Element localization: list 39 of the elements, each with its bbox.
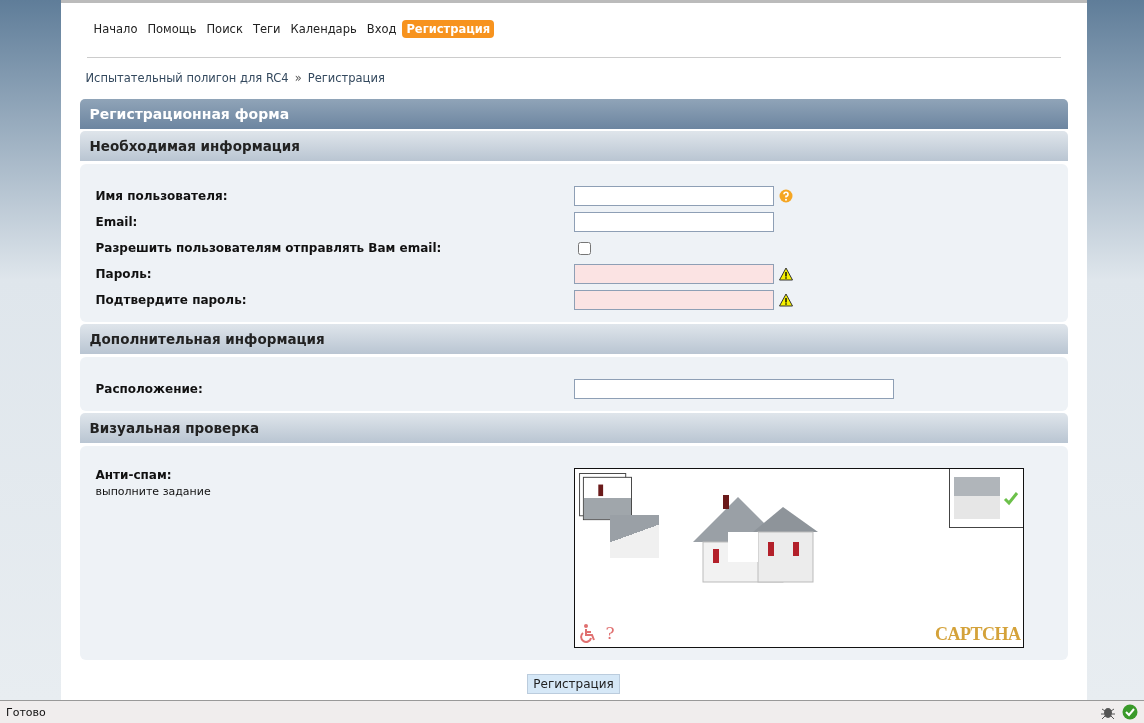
nav-link[interactable]: Теги: [248, 20, 285, 38]
section-header: Необходимая информация: [79, 131, 1068, 161]
field-label: Имя пользователя:: [95, 189, 229, 203]
input-field[interactable]: [573, 264, 774, 284]
warning-icon: [778, 267, 793, 281]
field-label: Подтвердите пароль:: [95, 293, 248, 307]
nav-link[interactable]: Календарь: [286, 20, 361, 38]
breadcrumb-link[interactable]: Регистрация: [307, 71, 385, 89]
photo-placeholder: [609, 515, 659, 558]
photo-placeholder: [953, 477, 1000, 519]
check-icon: [1002, 490, 1019, 506]
field-label: Анти-спам:: [95, 468, 173, 482]
nav-link[interactable]: Помощь: [143, 20, 201, 38]
nav-link[interactable]: Поиск: [202, 20, 247, 38]
form-title-bar: Регистрационная форма: [79, 99, 1068, 129]
tile-stack-drawing[interactable]: [577, 473, 634, 523]
captcha-logo: CAPTCHA: [935, 624, 1021, 644]
register-button[interactable]: Регистрация: [527, 674, 620, 694]
breadcrumb-separator: »: [294, 71, 302, 87]
check-icon[interactable]: [1122, 704, 1138, 720]
input-field[interactable]: [573, 212, 774, 232]
field-label: Email:: [95, 215, 139, 229]
input-field[interactable]: [573, 379, 894, 399]
help-icon[interactable]: [778, 189, 793, 203]
input-field[interactable]: [573, 186, 774, 206]
breadcrumb-link[interactable]: Испытательный полигон для RC4: [85, 71, 289, 89]
input-field[interactable]: [573, 290, 774, 310]
field-label: Расположение:: [95, 382, 204, 396]
status-text: Готово: [6, 705, 47, 719]
nav-link[interactable]: Начало: [89, 20, 142, 38]
field-label: Пароль:: [95, 267, 153, 281]
section-header: Дополнительная информация: [79, 324, 1068, 354]
field-label: Разрешить пользователям отправлять Вам email:: [95, 241, 443, 255]
checkbox[interactable]: [577, 241, 591, 255]
warning-icon: [778, 293, 793, 307]
section-header: Визуальная проверка: [79, 413, 1068, 443]
nav-link[interactable]: Вход: [362, 20, 401, 38]
field-hint: выполните задание: [95, 485, 212, 498]
wheelchair-icon[interactable]: [577, 623, 598, 643]
